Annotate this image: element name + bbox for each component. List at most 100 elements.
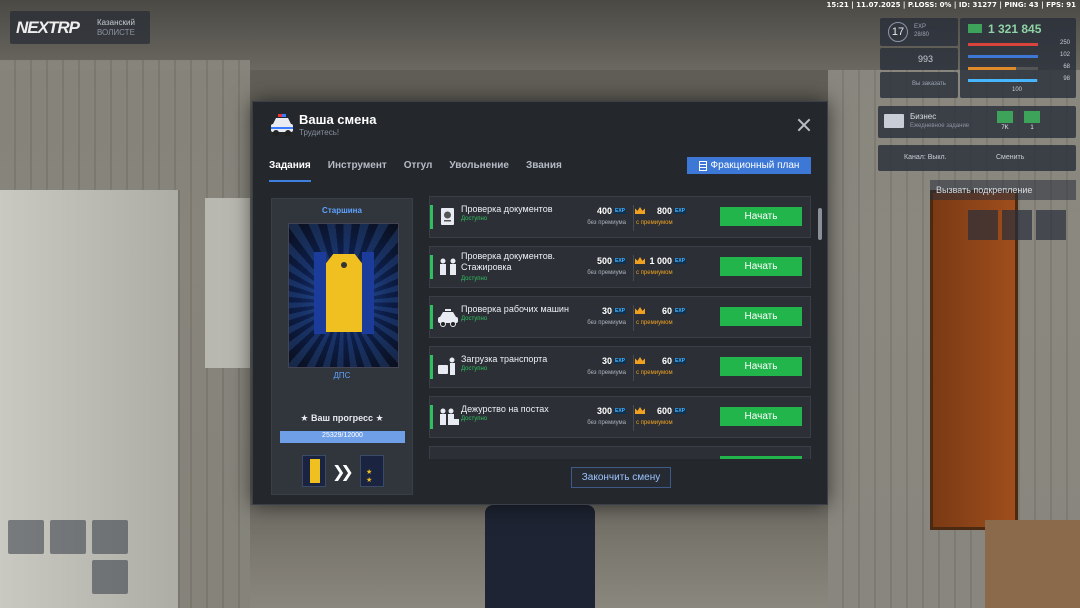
crown-icon — [635, 207, 645, 214]
inventory-slots — [8, 520, 128, 600]
start-task-button[interactable]: Начать — [720, 257, 802, 276]
satiety-panel: Вы заказать — [880, 72, 958, 98]
thirst-row: 98 — [968, 76, 1072, 86]
hunger-row: 68 — [968, 64, 1072, 74]
documents-icon — [437, 206, 459, 228]
no-premium-label: без премиума — [587, 420, 626, 426]
task-status: Доступно — [461, 216, 488, 222]
task-row: Дежурство на постах Доступно 300 EXP 600 EXP б… — [429, 396, 811, 438]
server-logo-panel: NEXTRP Казанский ВОЛИСТЕ — [10, 11, 150, 44]
calendar-icon[interactable] — [968, 210, 998, 240]
channel-change[interactable]: Сменить — [996, 154, 1024, 161]
faction-plan-button[interactable]: Фракционный план — [687, 157, 811, 174]
armor-row: 102 — [968, 52, 1072, 62]
modal-tabs: Задания Инструмент Отгул Увольнение Зван… — [269, 160, 579, 182]
task-list: Проверка документов Доступно 400 EXP 800 EXP б… — [429, 196, 811, 459]
ammo-panel: 993 — [880, 48, 958, 70]
radio-channel-panel[interactable]: Канал: Выкл. Сменить — [878, 145, 1076, 171]
patrol-icon — [437, 406, 459, 428]
business-stat-cash: 7K — [996, 109, 1014, 135]
task-name: Проверка документов — [461, 204, 553, 214]
double-chevron-icon: ❯❯ — [332, 464, 354, 481]
menu-icon[interactable] — [1002, 210, 1032, 240]
task-exp: 30 EXP — [601, 306, 626, 316]
faction-plan-label: Фракционный план — [710, 160, 800, 171]
level-value: 28/80 — [914, 32, 930, 38]
server-info: Казанский ВОЛИСТЕ — [97, 18, 135, 38]
no-premium-label: без премиума — [587, 220, 626, 226]
no-premium-label: без премиума — [587, 370, 626, 376]
task-row — [429, 446, 811, 459]
inventory-slot[interactable] — [50, 520, 86, 554]
status-topbar: 15:21 | 11.07.2025 | P.LOSS: 0% | ID: 31… — [826, 1, 1076, 9]
rank-department: ДПС — [333, 371, 351, 380]
cash-icon — [1024, 111, 1040, 123]
inventory-slot[interactable] — [92, 560, 128, 594]
business-icon — [884, 114, 904, 128]
task-exp-premium: 60 EXP — [661, 356, 686, 366]
start-task-button[interactable] — [720, 456, 802, 459]
task-exp: 500 EXP — [596, 256, 626, 266]
task-row: Проверка рабочих машин Доступно 30 EXP 60 EXP… — [429, 296, 811, 338]
task-list-scrollbar[interactable] — [818, 208, 822, 240]
bell-icon[interactable] — [1036, 210, 1066, 240]
rank-progress-text: 25329/12000 — [322, 432, 363, 439]
server-sub: ВОЛИСТЕ — [96, 27, 135, 37]
police-car-icon — [437, 306, 459, 328]
scene-locker-small — [205, 198, 250, 368]
crown-icon — [635, 257, 645, 264]
tab-tasks[interactable]: Задания — [269, 160, 311, 182]
task-row: Проверка документов. Стажировка Доступно 5… — [429, 246, 811, 288]
cash-icon — [968, 24, 982, 33]
thirst-value: 98 — [1063, 76, 1070, 82]
start-task-button[interactable]: Начать — [720, 357, 802, 376]
scene-table — [985, 520, 1080, 608]
business-sub: Ежедневное задание — [910, 123, 970, 129]
modal-title: Ваша смена — [299, 112, 377, 127]
task-status: Доступно — [461, 416, 488, 422]
task-exp-premium: 60 EXP — [661, 306, 686, 316]
tab-dismissal[interactable]: Увольнение — [449, 160, 509, 182]
start-task-button[interactable]: Начать — [720, 407, 802, 426]
level-number: 17 — [888, 22, 908, 42]
inventory-slot[interactable] — [8, 520, 44, 554]
next-rank-icon: ★ ★ — [360, 455, 384, 487]
business-panel[interactable]: Бизнес Ежедневное задание 7K 1 — [878, 106, 1076, 138]
server-name: Казанский — [96, 17, 135, 27]
end-shift-button[interactable]: Закончить смену — [571, 467, 671, 488]
inventory-slot[interactable] — [92, 520, 128, 554]
business-title: Бизнес — [910, 112, 937, 121]
money-amount: 1 321 845 — [988, 22, 1042, 36]
progress-label: ★ Ваш прогресс ★ — [300, 413, 384, 423]
document-icon — [698, 160, 707, 171]
no-premium-label: без премиума — [587, 320, 626, 326]
health-value: 250 — [1059, 40, 1070, 46]
task-exp: 300 EXP — [596, 406, 626, 416]
tab-day-off[interactable]: Отгул — [404, 160, 433, 182]
task-row: Загрузка транспорта Доступно 30 EXP 60 EXP без… — [429, 346, 811, 388]
armor-value: 102 — [1059, 52, 1070, 58]
level-label: EXP — [914, 24, 927, 30]
shift-modal: Ваша смена Трудитесь! Задания Инструмент… — [252, 101, 828, 505]
level-info: EXP 28/80 — [914, 23, 929, 39]
task-name: Проверка документов. Стажировка — [461, 251, 555, 272]
no-premium-label: без премиума — [587, 270, 626, 276]
channel-label: Канал: Выкл. — [904, 154, 947, 161]
start-task-button[interactable]: Начать — [720, 307, 802, 326]
current-rank-icon — [302, 455, 326, 487]
hunger-value: 68 — [1063, 64, 1070, 70]
tab-tools[interactable]: Инструмент — [328, 160, 387, 182]
close-icon[interactable] — [797, 118, 811, 132]
hud-quick-icons — [968, 210, 1068, 242]
modal-header: Ваша смена Трудитесь! — [253, 102, 827, 152]
ammo2-value: 100 — [1011, 87, 1022, 93]
status-indicator — [430, 255, 433, 279]
premium-label: с премиумом — [636, 320, 673, 326]
call-backup-button[interactable]: Вызвать подкрепление — [930, 180, 1076, 200]
tab-ranks[interactable]: Звания — [526, 160, 562, 182]
stats-panel: 1 321 845 250 102 68 98 100 — [960, 18, 1076, 98]
start-task-button[interactable]: Начать — [720, 207, 802, 226]
task-row: Проверка документов Доступно 400 EXP 800 EXP б… — [429, 196, 811, 238]
status-indicator — [430, 205, 433, 229]
premium-label: с премиумом — [636, 370, 673, 376]
